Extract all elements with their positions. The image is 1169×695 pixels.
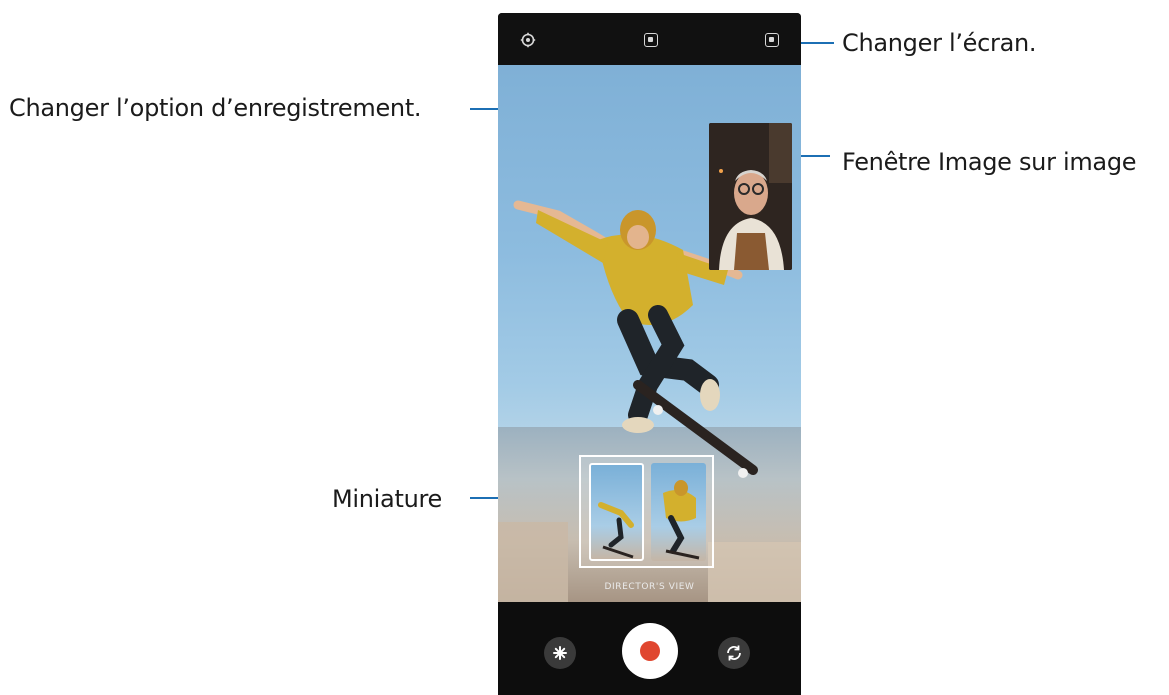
thumbnail-item[interactable] bbox=[651, 463, 706, 561]
recording-option-icon[interactable] bbox=[644, 33, 658, 47]
pip-person-photo bbox=[709, 123, 792, 270]
switch-camera-icon[interactable] bbox=[718, 637, 750, 669]
mode-label[interactable]: DIRECTOR'S VIEW bbox=[498, 582, 801, 592]
effects-icon[interactable] bbox=[544, 637, 576, 669]
callout-change-screen: Changer l’écran. bbox=[842, 29, 1037, 57]
camera-viewfinder[interactable]: DIRECTOR'S VIEW bbox=[498, 65, 801, 602]
callout-thumbnail: Miniature bbox=[332, 485, 442, 513]
pip-window[interactable] bbox=[709, 123, 792, 270]
change-screen-icon[interactable] bbox=[765, 33, 779, 47]
record-button[interactable] bbox=[622, 623, 678, 679]
settings-icon[interactable] bbox=[520, 32, 536, 48]
camera-top-bar bbox=[498, 13, 801, 65]
record-icon bbox=[640, 641, 660, 661]
camera-controls bbox=[498, 602, 801, 695]
callout-change-recording-option: Changer l’option d’enregistrement. bbox=[9, 94, 422, 122]
thumbnail-strip bbox=[579, 455, 714, 568]
thumbnail-item[interactable] bbox=[589, 463, 644, 561]
phone-screen: DIRECTOR'S VIEW bbox=[498, 13, 801, 695]
callout-pip-window: Fenêtre Image sur image bbox=[842, 148, 1137, 176]
